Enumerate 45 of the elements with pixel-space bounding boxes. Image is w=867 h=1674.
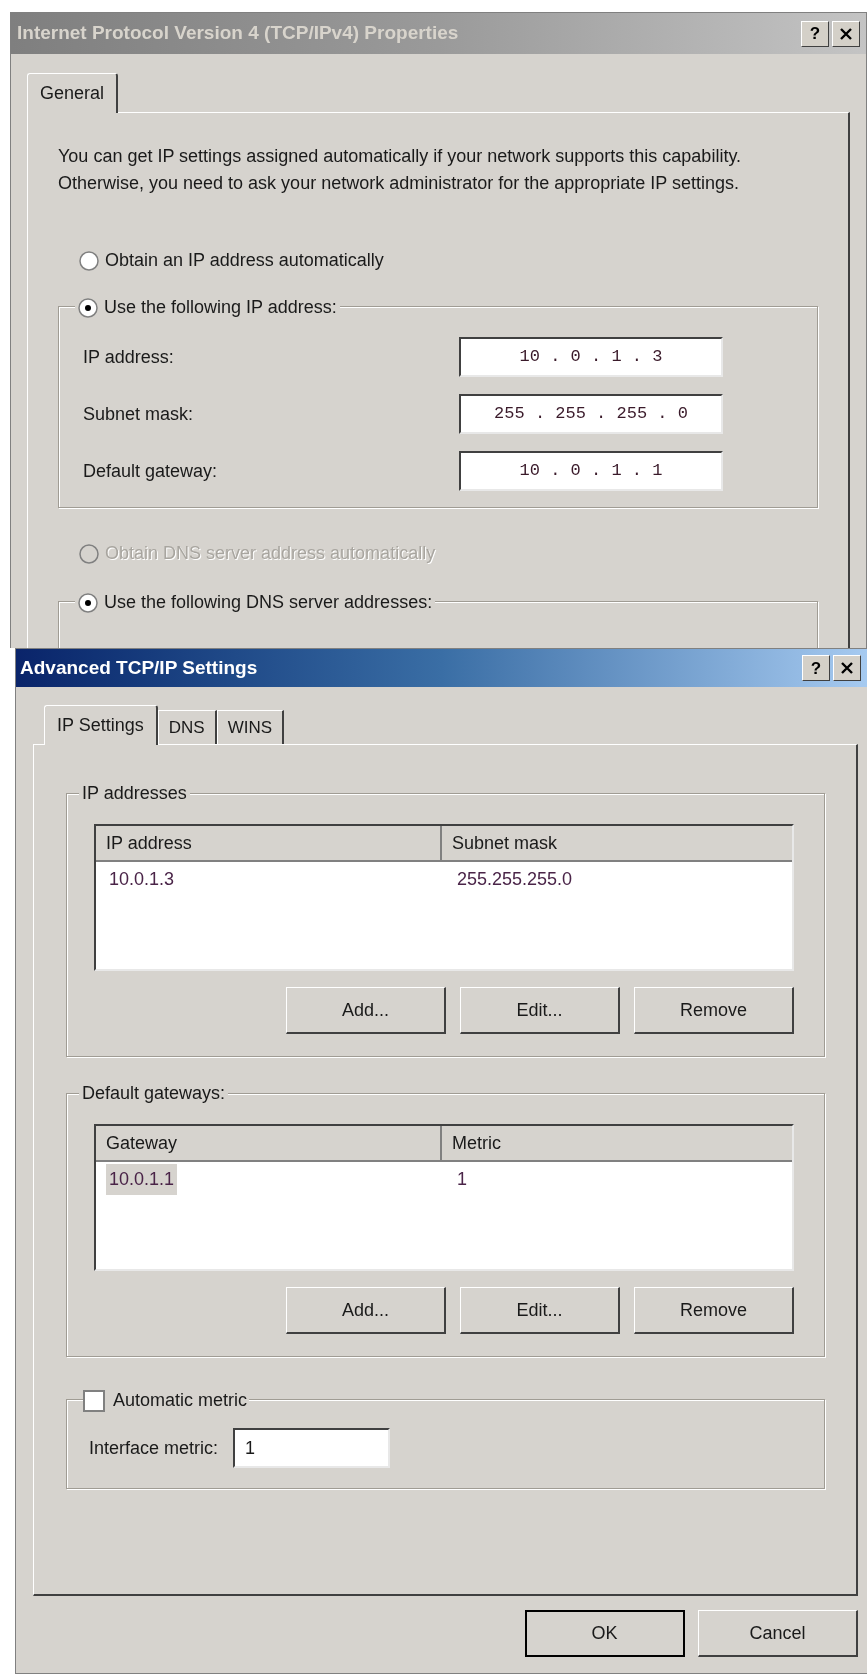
radio-button[interactable] <box>78 592 98 613</box>
help-button[interactable]: ? <box>801 20 829 47</box>
column-header[interactable]: Gateway <box>96 1126 442 1160</box>
checkbox-label: Automatic metric <box>113 1389 248 1412</box>
column-header[interactable]: Subnet mask <box>442 826 792 860</box>
ip-address-field[interactable]: 10 . 0 . 1 . 1 <box>459 451 723 491</box>
column-header[interactable]: Metric <box>442 1126 792 1160</box>
radio-label: Use the following IP address: <box>104 296 337 319</box>
close-button[interactable] <box>833 655 861 681</box>
window-title: Internet Protocol Version 4 (TCP/IPv4) Properties <box>17 21 459 46</box>
button[interactable]: Edit... <box>460 1287 620 1334</box>
help-button[interactable]: ? <box>802 655 830 681</box>
tab[interactable]: DNS <box>157 710 217 744</box>
table-cell-text: 1 <box>456 1167 468 1191</box>
radio-button[interactable] <box>78 297 98 318</box>
field-label: IP address: <box>83 345 175 369</box>
ip-address-field[interactable]: 10 . 0 . 1 . 3 <box>459 337 723 377</box>
button[interactable]: Add... <box>286 1287 446 1334</box>
radio-label: Use the following DNS server addresses: <box>104 591 433 614</box>
field-label: Subnet mask: <box>83 402 195 426</box>
window-title: Advanced TCP/IP Settings <box>20 655 258 680</box>
field-label: Interface metric: <box>89 1436 220 1460</box>
button[interactable]: Remove <box>634 987 794 1034</box>
close-icon <box>839 27 853 40</box>
checkbox[interactable] <box>83 1389 105 1412</box>
button[interactable]: Add... <box>286 987 446 1034</box>
close-icon <box>840 662 854 674</box>
description-text: You can get IP settings assigned automatically if your network supports this capability. Otherwise, you need to ask your network administrator for the appropriate IP settings. <box>58 145 743 195</box>
close-button[interactable] <box>832 20 860 47</box>
column-header[interactable]: IP address <box>96 826 442 860</box>
radio-button[interactable] <box>79 250 99 271</box>
input-field[interactable]: 1 <box>233 1428 390 1468</box>
dialog-button[interactable]: Cancel <box>698 1610 858 1657</box>
table-cell-text: 10.0.1.3 <box>108 867 176 891</box>
tab[interactable]: WINS <box>216 710 285 744</box>
button[interactable]: Edit... <box>460 987 620 1034</box>
tab[interactable]: IP Settings <box>44 705 158 745</box>
tab[interactable]: General <box>27 73 119 113</box>
table-cell: 10.0.1.1 <box>106 1163 178 1195</box>
field-label: Default gateway: <box>83 459 219 483</box>
button[interactable]: Remove <box>634 1287 794 1334</box>
table-cell-text: 255.255.255.0 <box>456 867 574 891</box>
radio-label: Obtain an IP address automatically <box>105 249 384 272</box>
dialog-button[interactable]: OK <box>525 1610 685 1657</box>
ip-address-field[interactable]: 255 . 255 . 255 . 0 <box>459 394 723 434</box>
